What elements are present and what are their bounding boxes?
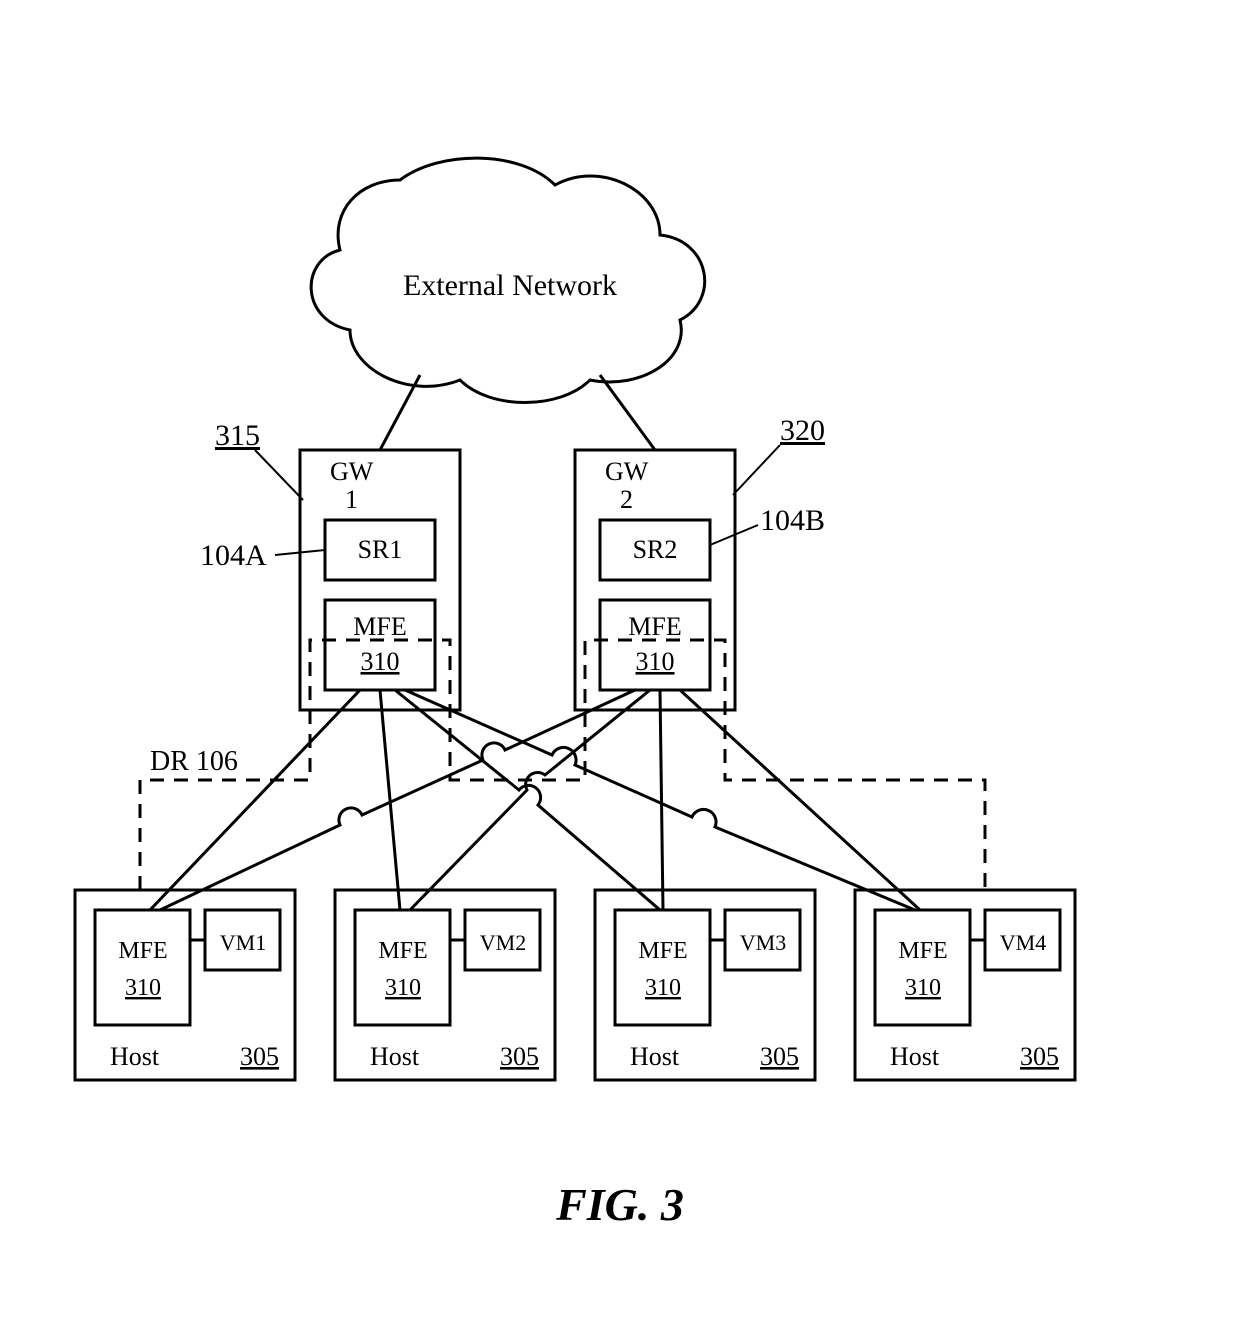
- host4-vm-label: VM4: [1000, 930, 1046, 955]
- host3-mfe-label: MFE: [638, 938, 687, 964]
- host3-mfe-ref: 310: [645, 975, 681, 1001]
- gw2-ref: 320: [780, 414, 825, 447]
- host1-mfe-ref: 310: [125, 975, 161, 1001]
- figure-label: FIG. 3: [555, 1179, 684, 1230]
- host3-vm-label: VM3: [740, 930, 786, 955]
- host2-ref: 305: [500, 1042, 539, 1071]
- host1-mfe-box: [95, 910, 190, 1025]
- cloud-label: External Network: [403, 269, 617, 302]
- external-network-cloud: External Network: [311, 158, 705, 402]
- host3-mfe-box: [615, 910, 710, 1025]
- gw1-ref: 315: [215, 419, 260, 452]
- gw2-mfe-ref: 310: [636, 647, 675, 676]
- gw2-ref-callout: 320: [733, 414, 825, 495]
- host2-mfe-label: MFE: [378, 938, 427, 964]
- gw1-box: GW 1 SR1 MFE 310: [300, 450, 460, 710]
- host3-label: Host: [630, 1042, 680, 1071]
- gw1-title-b: 1: [345, 485, 358, 514]
- gw1-ref-callout: 315: [215, 419, 303, 500]
- host1-label: Host: [110, 1042, 160, 1071]
- link-cloud-gw2: [600, 375, 655, 450]
- host2-box: MFE 310 VM2 Host 305: [335, 890, 555, 1080]
- host2-mfe-ref: 310: [385, 975, 421, 1001]
- host2-mfe-box: [355, 910, 450, 1025]
- host1-mfe-label: MFE: [118, 938, 167, 964]
- link-cloud-gw1: [380, 375, 420, 450]
- gw1-mfe-ref: 310: [361, 647, 400, 676]
- host4-mfe-label: MFE: [898, 938, 947, 964]
- host4-box: MFE 310 VM4 Host 305: [855, 890, 1075, 1080]
- gw1-mfe-label: MFE: [353, 612, 406, 641]
- gw2-sr-ref: 104B: [760, 504, 825, 537]
- host1-vm-label: VM1: [220, 930, 266, 955]
- gw2-title-a: GW: [605, 457, 649, 486]
- host2-label: Host: [370, 1042, 420, 1071]
- gw2-sr-label: SR2: [633, 535, 678, 564]
- gw2-box: GW 2 SR2 MFE 310: [575, 450, 735, 710]
- gw2-mfe-label: MFE: [628, 612, 681, 641]
- gw2-title-b: 2: [620, 485, 633, 514]
- host4-ref: 305: [1020, 1042, 1059, 1071]
- host4-label: Host: [890, 1042, 940, 1071]
- host2-vm-label: VM2: [480, 930, 526, 955]
- mesh-links: [150, 690, 920, 910]
- diagram-canvas: External Network GW 1 SR1 MFE 310 315 10…: [0, 0, 1240, 1333]
- dr-label: DR 106: [150, 746, 238, 777]
- host3-ref: 305: [760, 1042, 799, 1071]
- host4-mfe-box: [875, 910, 970, 1025]
- host1-ref: 305: [240, 1042, 279, 1071]
- gw1-title-a: GW: [330, 457, 374, 486]
- host3-box: MFE 310 VM3 Host 305: [595, 890, 815, 1080]
- gw1-sr-label: SR1: [358, 535, 403, 564]
- host4-mfe-ref: 310: [905, 975, 941, 1001]
- gw1-sr-ref: 104A: [200, 539, 267, 572]
- host1-box: MFE 310 VM1 Host 305: [75, 890, 295, 1080]
